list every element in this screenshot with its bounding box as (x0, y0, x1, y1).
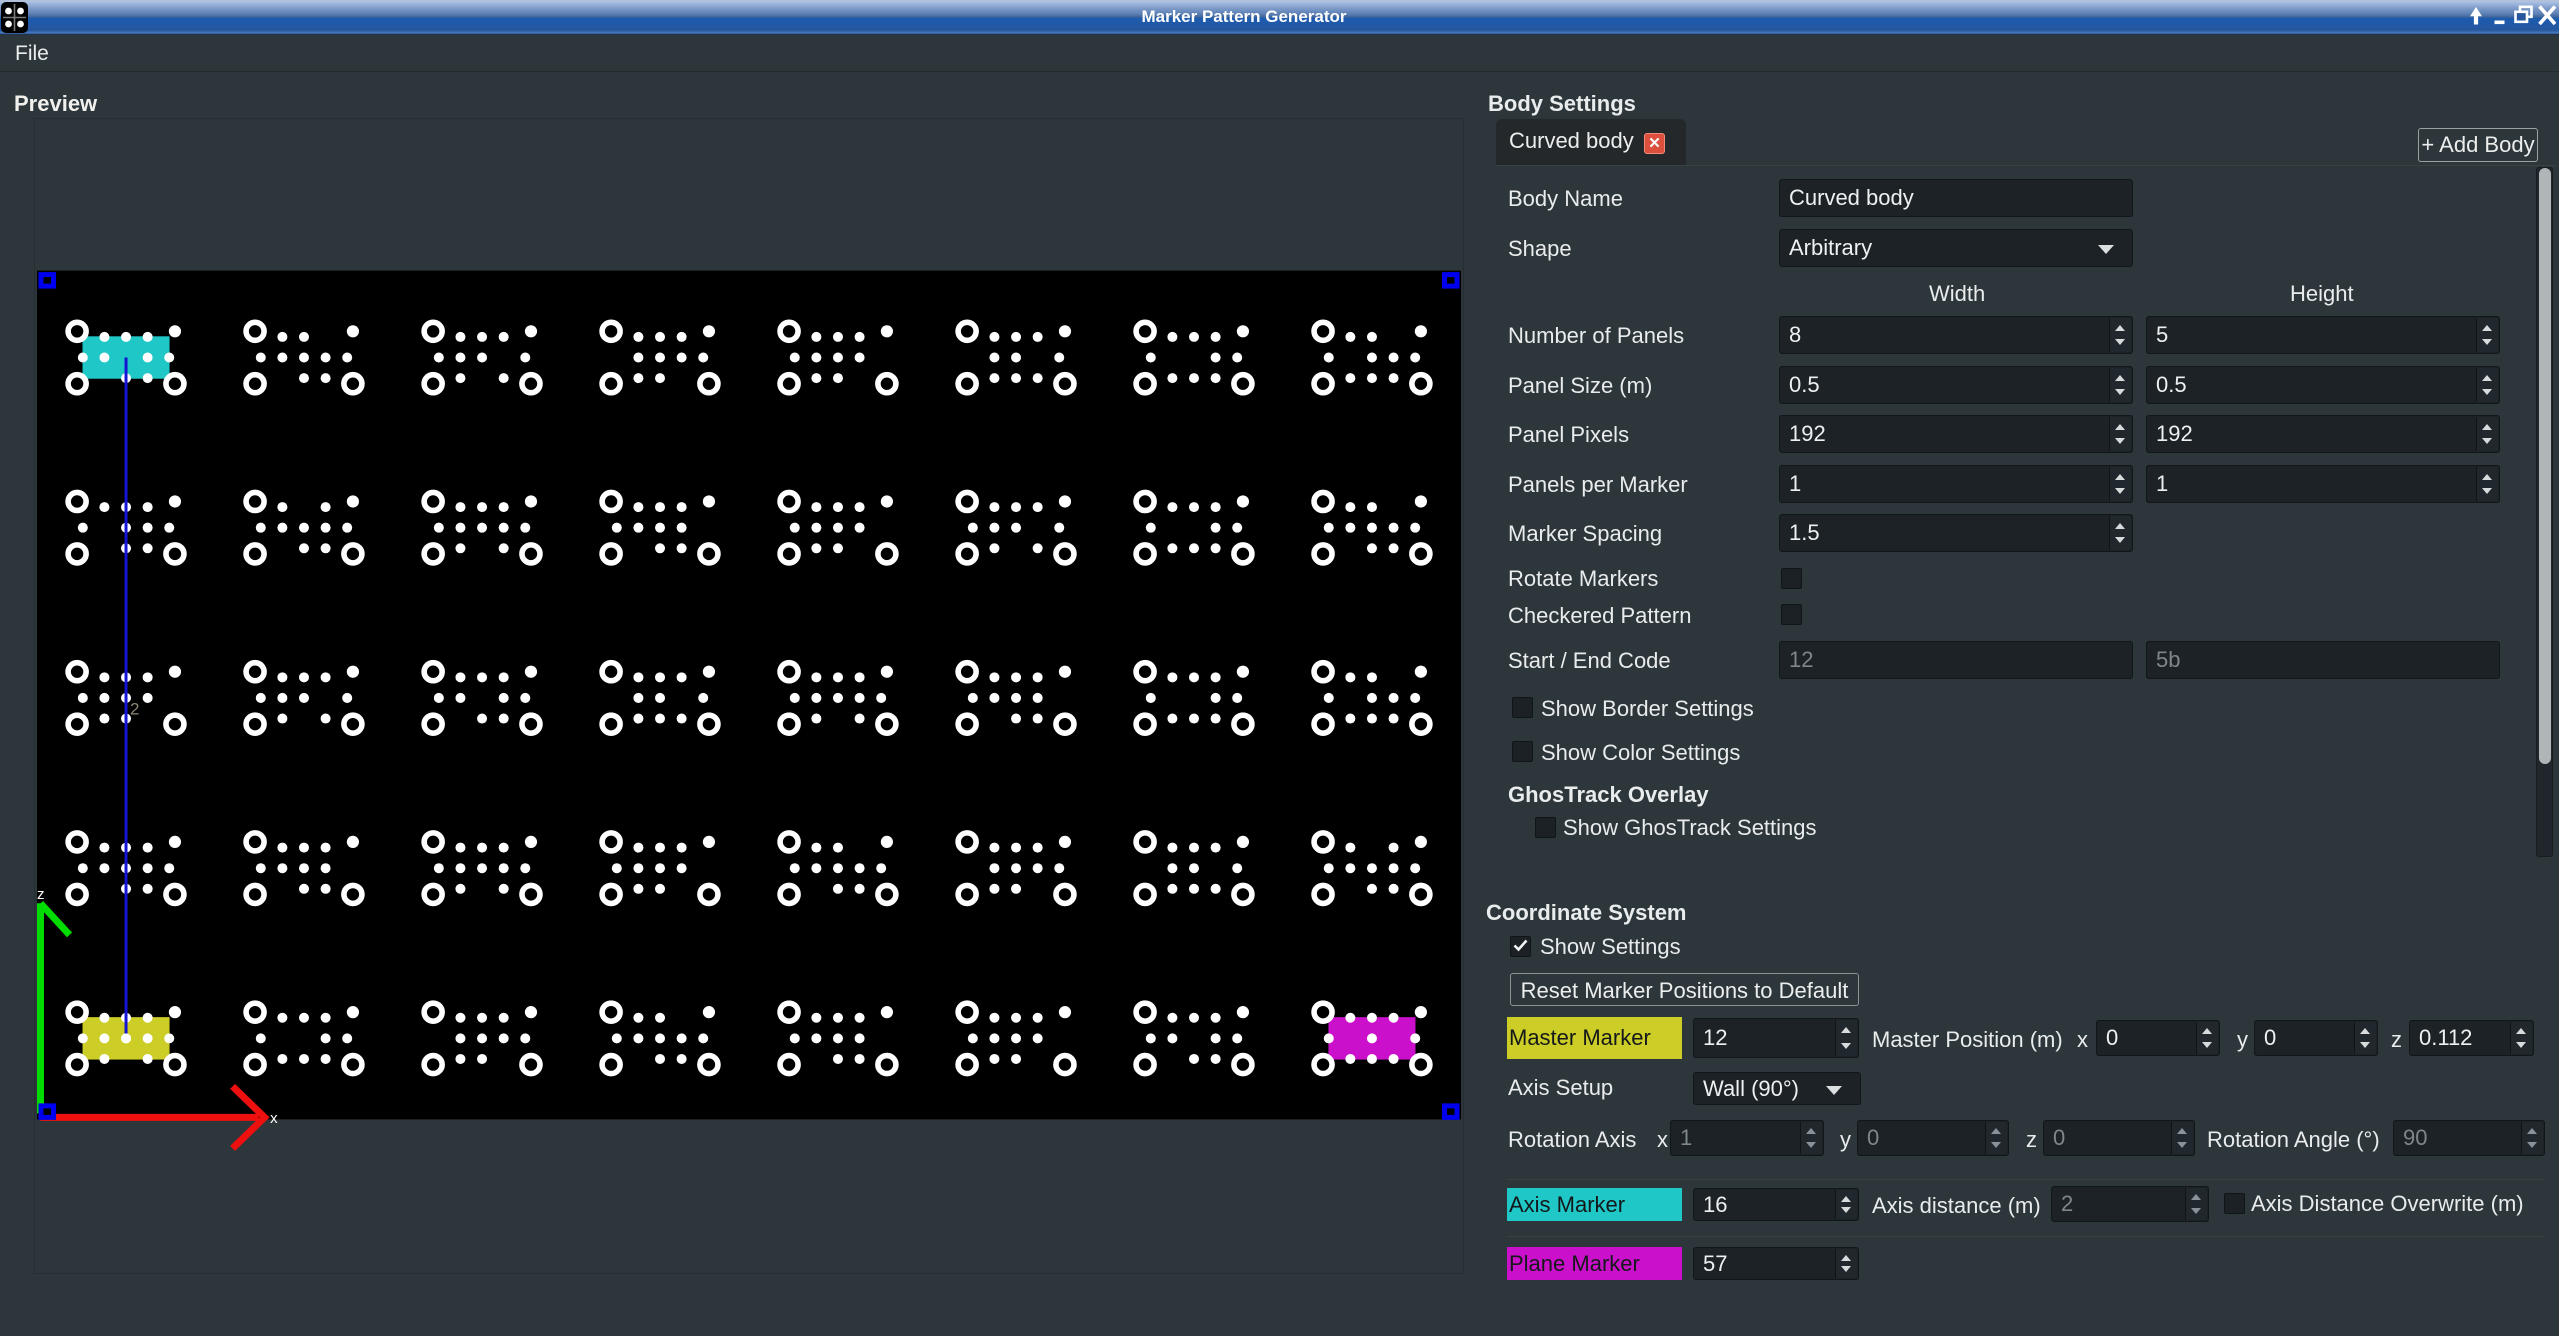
svg-text:x: x (270, 1110, 278, 1127)
svg-text:z: z (37, 886, 45, 903)
svg-text:2: 2 (130, 700, 139, 719)
